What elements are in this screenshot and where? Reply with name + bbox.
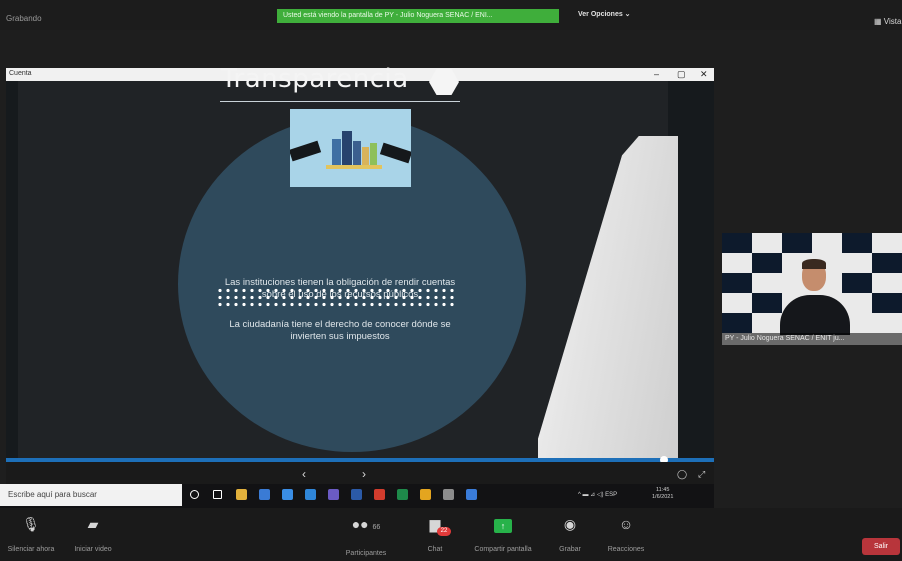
mute-label: Silenciar ahora bbox=[7, 546, 55, 553]
share-screen-button[interactable]: ↑ Compartir pantalla bbox=[466, 514, 540, 553]
reactions-button[interactable]: ☺ Reacciones bbox=[600, 514, 652, 553]
mute-button[interactable]: 🎙 Silenciar ahora bbox=[4, 514, 58, 553]
leave-meeting-button[interactable]: Salir bbox=[862, 538, 900, 555]
checker-tile bbox=[872, 293, 902, 313]
file-explorer-icon[interactable] bbox=[236, 489, 247, 500]
zoom-bottom-toolbar bbox=[0, 508, 902, 561]
next-slide-button[interactable]: › bbox=[362, 467, 366, 481]
city-handshake-illustration bbox=[290, 109, 411, 187]
view-layout-button[interactable]: ▦ Vista bbox=[874, 17, 901, 26]
view-options-button[interactable]: Ver Opciones ⌄ bbox=[578, 10, 631, 18]
slide-title: Transparencia bbox=[221, 64, 409, 94]
checker-tile bbox=[842, 273, 872, 293]
checker-tile bbox=[842, 233, 872, 253]
building-shape bbox=[342, 131, 352, 165]
taskbar-search-box[interactable]: Escribe aquí para buscar bbox=[0, 484, 182, 506]
checker-tile bbox=[782, 233, 812, 253]
taskbar-clock[interactable]: 11:45 1/6/2021 bbox=[652, 487, 673, 501]
participants-count: 66 bbox=[372, 524, 381, 531]
clock-date: 1/6/2021 bbox=[652, 494, 674, 500]
checker-tile bbox=[722, 273, 752, 293]
title-underline bbox=[220, 101, 460, 102]
previous-slide-button[interactable]: ‹ bbox=[302, 467, 306, 481]
window-title: Cuenta bbox=[9, 70, 32, 77]
zoom-icon[interactable] bbox=[466, 489, 477, 500]
zoom-meeting-window: { "topbar": { "recording_label": "Graban… bbox=[0, 0, 902, 561]
share-label: Compartir pantalla bbox=[474, 546, 532, 553]
search-placeholder: Escribe aquí para buscar bbox=[8, 490, 97, 499]
reactions-label: Reacciones bbox=[607, 546, 645, 553]
speaker-body bbox=[780, 295, 850, 335]
minimize-button[interactable]: – bbox=[654, 68, 659, 81]
record-button[interactable]: ◉ Grabar bbox=[552, 514, 588, 553]
close-button[interactable]: ✕ bbox=[700, 68, 708, 81]
building-shape bbox=[353, 141, 361, 165]
mail-icon[interactable] bbox=[282, 489, 293, 500]
checker-tile bbox=[722, 233, 752, 253]
start-video-button[interactable]: ▰ Iniciar video bbox=[68, 514, 118, 553]
checker-tile bbox=[752, 293, 782, 313]
participants-icon: ●● 66 bbox=[351, 516, 381, 532]
app-icon[interactable] bbox=[443, 489, 454, 500]
maximize-button[interactable]: ▢ bbox=[677, 68, 686, 81]
webcam-thumbnail[interactable] bbox=[722, 233, 902, 345]
reactions-icon: ☺ bbox=[618, 516, 634, 532]
video-off-icon: ▰ bbox=[87, 516, 99, 532]
decorative-arm-shape bbox=[538, 136, 678, 458]
decorative-dot-pattern bbox=[216, 287, 456, 309]
recording-indicator: Grabando bbox=[6, 14, 42, 23]
video-label: Iniciar video bbox=[74, 546, 112, 553]
word-icon[interactable] bbox=[351, 489, 362, 500]
system-tray[interactable]: ^ ▬ ⊿ ◁) ESP bbox=[578, 491, 617, 498]
clock-time: 11:45 bbox=[656, 487, 670, 493]
chat-unread-badge: 22 bbox=[437, 527, 451, 536]
building-shape bbox=[362, 147, 369, 165]
excel-icon[interactable] bbox=[397, 489, 408, 500]
microphone-icon: 🎙 bbox=[22, 516, 40, 532]
chrome-icon[interactable] bbox=[420, 489, 431, 500]
checker-tile bbox=[872, 253, 902, 273]
task-view-icon[interactable] bbox=[213, 490, 222, 499]
webcam-name-label: PY - Julio Noguera SENAC / ENIT ju... bbox=[722, 333, 902, 345]
chat-label: Chat bbox=[427, 546, 443, 553]
checker-tile bbox=[722, 313, 752, 333]
left-hand-shape bbox=[290, 140, 322, 162]
start-icon[interactable] bbox=[190, 490, 199, 499]
pdf-icon[interactable] bbox=[374, 489, 385, 500]
screen-share-banner: Usted está viendo la pantalla de PY - Ju… bbox=[277, 9, 559, 23]
slideshow-controls bbox=[6, 462, 714, 484]
expand-icon[interactable]: ⤢ bbox=[698, 469, 705, 480]
slide-paragraph-2: La ciudadanía tiene el derecho de conoce… bbox=[229, 319, 451, 342]
record-icon: ◉ bbox=[563, 516, 577, 532]
store-icon[interactable] bbox=[259, 489, 270, 500]
building-shape bbox=[370, 143, 377, 165]
teams-icon[interactable] bbox=[328, 489, 339, 500]
speaker-hair bbox=[802, 259, 826, 269]
slideshow-option-icon[interactable]: ◯ bbox=[677, 469, 687, 480]
ground-shape bbox=[326, 165, 382, 169]
checker-tile bbox=[752, 253, 782, 273]
edge-icon[interactable] bbox=[305, 489, 316, 500]
share-screen-icon: ↑ bbox=[466, 514, 540, 534]
participants-button[interactable]: ●● 66 Participantes bbox=[336, 514, 396, 557]
right-hand-shape bbox=[379, 142, 411, 164]
participants-label: Participantes bbox=[345, 550, 387, 557]
building-shape bbox=[332, 139, 341, 165]
record-label: Grabar bbox=[559, 546, 581, 553]
